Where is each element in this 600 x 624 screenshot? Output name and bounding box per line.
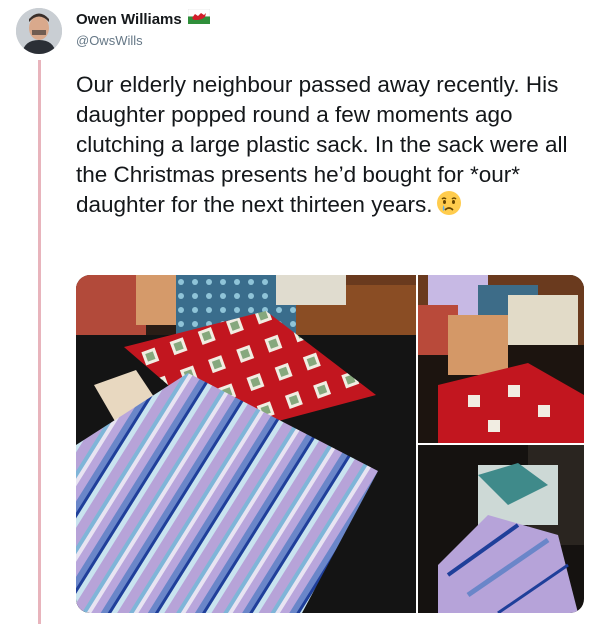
tweet-text: Our elderly neighbour passed away recent… <box>76 70 576 224</box>
tweet-header: Owen Williams @OwsWills <box>76 8 210 48</box>
thread-line <box>38 60 41 624</box>
display-name[interactable]: Owen Williams <box>76 11 182 28</box>
tweet-body: Our elderly neighbour passed away recent… <box>76 72 568 217</box>
bottom-right-photo[interactable] <box>418 445 584 613</box>
media-grid <box>76 275 584 613</box>
user-handle[interactable]: @OwsWills <box>76 33 210 48</box>
main-photo[interactable] <box>76 275 416 613</box>
avatar[interactable] <box>16 8 62 54</box>
wales-flag-icon <box>187 8 210 29</box>
top-right-photo[interactable] <box>418 275 584 443</box>
crying-face-icon <box>436 190 462 224</box>
